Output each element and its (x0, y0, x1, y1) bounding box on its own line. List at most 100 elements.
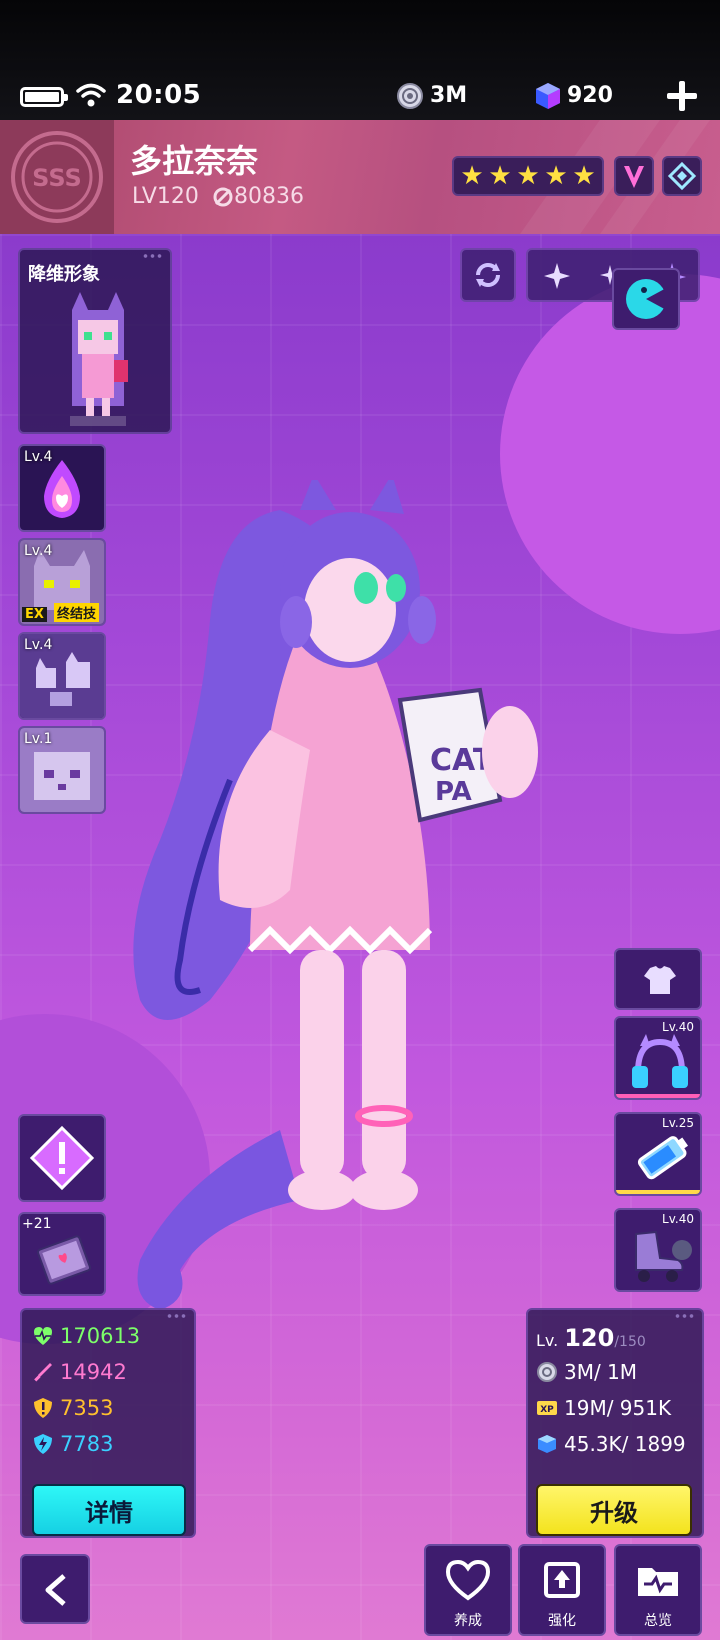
pixel-avatar-panel[interactable]: 降维形象 (18, 248, 172, 434)
equipment-slot-skates[interactable]: Lv.40 (614, 1208, 702, 1292)
nav-train-button[interactable]: 养成 (424, 1544, 512, 1636)
character-level: LV120 (132, 184, 199, 209)
skill-level: Lv.4 (24, 543, 53, 559)
sword-icon (34, 1363, 52, 1382)
star-rating: ★ ★ ★ ★ ★ (452, 156, 604, 196)
character-stage: 降维形象 Lv.4 Lv.4 EX 终结技 Lv.4 Lv.1 CAT PA L… (0, 234, 720, 1640)
skill-slot-cats[interactable]: Lv.4 (18, 632, 106, 720)
chip-upgrade-icon (544, 1562, 580, 1598)
nav-enhance-button[interactable]: 强化 (518, 1544, 606, 1636)
current-level: 120 (564, 1324, 615, 1352)
details-button[interactable]: 详情 (32, 1484, 186, 1536)
shield-icon (34, 1398, 52, 1418)
lightning-icon (34, 1434, 52, 1454)
skill-level: Lv.4 (24, 449, 53, 465)
panel-dots (142, 254, 164, 258)
nav-enhance-label: 强化 (548, 1613, 576, 1629)
status-bar: 20:05 3M 920 (0, 72, 720, 120)
skate-icon (635, 1230, 692, 1282)
pet-companion-button[interactable] (612, 268, 680, 330)
skill-level: Lv.4 (24, 637, 53, 653)
ex-badge: EX (22, 607, 47, 622)
heart-pulse-icon (34, 1327, 52, 1345)
upgrade-button[interactable]: 升级 (536, 1484, 692, 1536)
coin-balance: 3M (430, 83, 468, 108)
alert-icon (29, 1125, 95, 1191)
coin-cost: 3M/ 1M (564, 1360, 638, 1384)
book-icon (37, 1235, 91, 1285)
equipment-slot-battery[interactable]: Lv.25 (614, 1112, 702, 1196)
class-v-icon (624, 166, 644, 188)
wifi-icon (76, 83, 106, 107)
rank-sss-icon: SSS (11, 131, 103, 223)
star-icon: ★ (516, 161, 540, 191)
cube-cost-row: 45.3K/ 1899 (536, 1432, 686, 1456)
coin-cost-row: 3M/ 1M (536, 1360, 637, 1384)
alert-button[interactable] (18, 1114, 106, 1202)
heart-icon (445, 1559, 491, 1601)
rarity-bar (616, 1094, 700, 1098)
refresh-icon (476, 263, 500, 287)
add-currency-button[interactable] (664, 78, 700, 114)
skill-slot-cat-face[interactable]: Lv.1 (18, 726, 106, 814)
clock: 20:05 (116, 80, 202, 110)
cube-cost: 45.3K/ 1899 (564, 1432, 686, 1456)
stat-speed: 7783 (32, 1432, 113, 1456)
svg-text:XP: XP (540, 1405, 554, 1415)
star-icon: ★ (460, 161, 484, 191)
coin-icon (537, 1362, 557, 1382)
rank-badge: SSS (0, 120, 114, 234)
nav-train-label: 养成 (454, 1613, 482, 1629)
panel-dots (166, 1314, 188, 1318)
nav-overview-button[interactable]: 总览 (614, 1544, 702, 1636)
xp-cost: 19M/ 951K (564, 1396, 672, 1420)
character-power: 80836 (234, 184, 304, 209)
equipment-slot-headphones[interactable]: Lv.40 (614, 1016, 702, 1100)
outfit-button[interactable] (614, 948, 702, 1010)
stat-defense: 7353 (32, 1396, 113, 1420)
element-diamond-icon (667, 161, 697, 191)
star-icon: ★ (488, 161, 512, 191)
sparkle-icon[interactable] (542, 261, 572, 291)
star-icon: ★ (572, 161, 596, 191)
skill-slot-flame[interactable]: Lv.4 (18, 444, 106, 532)
character-name: 多拉奈奈 (130, 142, 259, 180)
shirt-icon (644, 966, 676, 994)
pixel-avatar-title: 降维形象 (28, 264, 100, 285)
skill-slot-ultimate[interactable]: Lv.4 EX 终结技 (18, 538, 106, 626)
pixel-avatar-image (70, 292, 128, 426)
hp-value: 170613 (60, 1324, 141, 1348)
back-button[interactable] (20, 1554, 90, 1624)
attack-value: 14942 (60, 1360, 127, 1384)
cube-icon (538, 1435, 556, 1453)
element-badge[interactable] (662, 156, 702, 196)
stat-hp: 170613 (32, 1324, 140, 1348)
level-panel: Lv. 120 /150 3M/ 1M XP 19M/ 951K 45.3K/ … (526, 1308, 704, 1538)
rotate-view-button[interactable] (460, 248, 516, 302)
power-icon (213, 187, 233, 207)
speed-value: 7783 (60, 1432, 114, 1456)
xp-chip-icon: XP (537, 1401, 557, 1415)
skill-level: Lv.1 (24, 731, 53, 747)
level-row: Lv. 120 /150 (536, 1324, 646, 1352)
pacman-pet-icon (626, 279, 670, 319)
coin-icon (397, 83, 423, 109)
ultimate-label: 终结技 (54, 603, 100, 622)
level-prefix: Lv. (536, 1331, 559, 1350)
xp-cost-row: XP 19M/ 951K (536, 1396, 671, 1420)
character-header: SSS 多拉奈奈 LV120 80836 ★ ★ ★ ★ ★ (0, 120, 720, 234)
stats-panel: 170613 14942 7353 7783 详情 (20, 1308, 196, 1538)
stat-attack: 14942 (32, 1360, 127, 1384)
svg-text:SSS: SSS (32, 164, 82, 192)
rarity-bar (616, 1190, 700, 1194)
gem-balance: 920 (567, 83, 613, 108)
defense-value: 7353 (60, 1396, 114, 1420)
memory-book-button[interactable]: +21 (18, 1212, 106, 1296)
max-level: /150 (614, 1334, 646, 1350)
battery-icon (637, 1136, 689, 1180)
chevron-left-icon (45, 1574, 66, 1606)
folder-pulse-icon (638, 1568, 678, 1596)
cube-gem-icon (536, 83, 560, 109)
class-badge[interactable] (614, 156, 654, 196)
nav-overview-label: 总览 (644, 1613, 672, 1629)
